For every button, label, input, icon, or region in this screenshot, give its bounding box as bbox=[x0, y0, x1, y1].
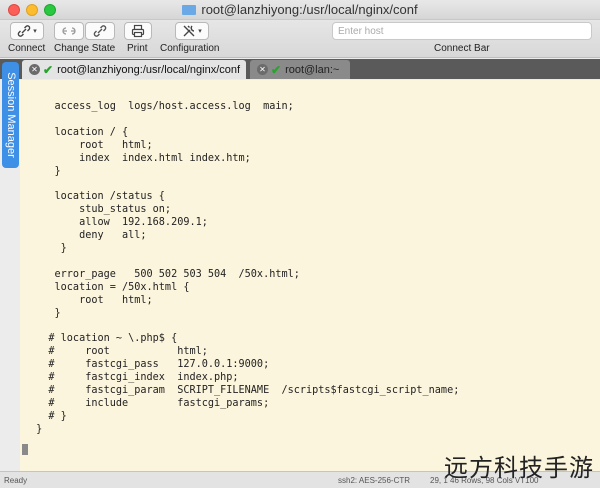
folder-icon bbox=[182, 5, 197, 15]
tab-session-home[interactable]: ✕ ✔ root@lan:~ bbox=[250, 60, 350, 79]
unlink-icon bbox=[62, 27, 76, 35]
tools-icon bbox=[183, 25, 195, 37]
check-icon: ✔ bbox=[43, 62, 54, 77]
session-manager-toggle[interactable]: Session Manager bbox=[2, 62, 19, 168]
tab-session-conf[interactable]: ✕ ✔ root@lanzhiyong:/usr/local/nginx/con… bbox=[22, 60, 246, 79]
disconnect-button[interactable] bbox=[54, 22, 84, 40]
connect-label: Connect bbox=[8, 43, 46, 54]
status-cipher: ssh2: AES-256-CTR bbox=[338, 476, 411, 485]
tab-label: root@lan:~ bbox=[285, 63, 340, 76]
change-state-label: Change State bbox=[54, 43, 116, 54]
connect-bar-label: Connect Bar bbox=[434, 43, 490, 54]
window-title: root@lanzhiyong:/usr/local/nginx/conf bbox=[0, 2, 600, 17]
chevron-down-icon: ▾ bbox=[33, 28, 37, 35]
check-icon: ✔ bbox=[271, 62, 282, 77]
print-label: Print bbox=[127, 43, 148, 54]
connect-button[interactable]: ▾ bbox=[10, 22, 44, 40]
close-icon[interactable]: ✕ bbox=[257, 64, 268, 75]
session-manager-label: Session Manager bbox=[4, 72, 17, 158]
status-ready: Ready bbox=[4, 476, 28, 485]
watermark-text: 远方科技手游 bbox=[444, 454, 594, 482]
terminal-view[interactable]: access_log logs/host.access.log main; lo… bbox=[20, 80, 600, 471]
configuration-label: Configuration bbox=[160, 43, 220, 54]
toolbar: ▾ Connect Change State Print ▾ Configura… bbox=[0, 20, 600, 58]
chevron-down-icon: ▾ bbox=[198, 28, 202, 35]
terminal-cursor bbox=[22, 444, 28, 455]
window-title-text: root@lanzhiyong:/usr/local/nginx/conf bbox=[201, 2, 418, 17]
printer-icon bbox=[131, 24, 145, 38]
host-input[interactable] bbox=[332, 22, 592, 40]
print-button[interactable] bbox=[124, 22, 152, 40]
terminal-output: access_log logs/host.access.log main; lo… bbox=[36, 101, 460, 435]
reconnect-icon bbox=[93, 25, 107, 37]
title-bar: root@lanzhiyong:/usr/local/nginx/conf bbox=[0, 0, 600, 20]
reconnect-button[interactable] bbox=[85, 22, 115, 40]
tab-label: root@lanzhiyong:/usr/local/nginx/conf bbox=[57, 63, 241, 76]
close-icon[interactable]: ✕ bbox=[29, 64, 40, 75]
configuration-button[interactable]: ▾ bbox=[175, 22, 209, 40]
link-icon bbox=[17, 25, 31, 37]
tab-strip: ✕ ✔ root@lanzhiyong:/usr/local/nginx/con… bbox=[0, 59, 600, 79]
